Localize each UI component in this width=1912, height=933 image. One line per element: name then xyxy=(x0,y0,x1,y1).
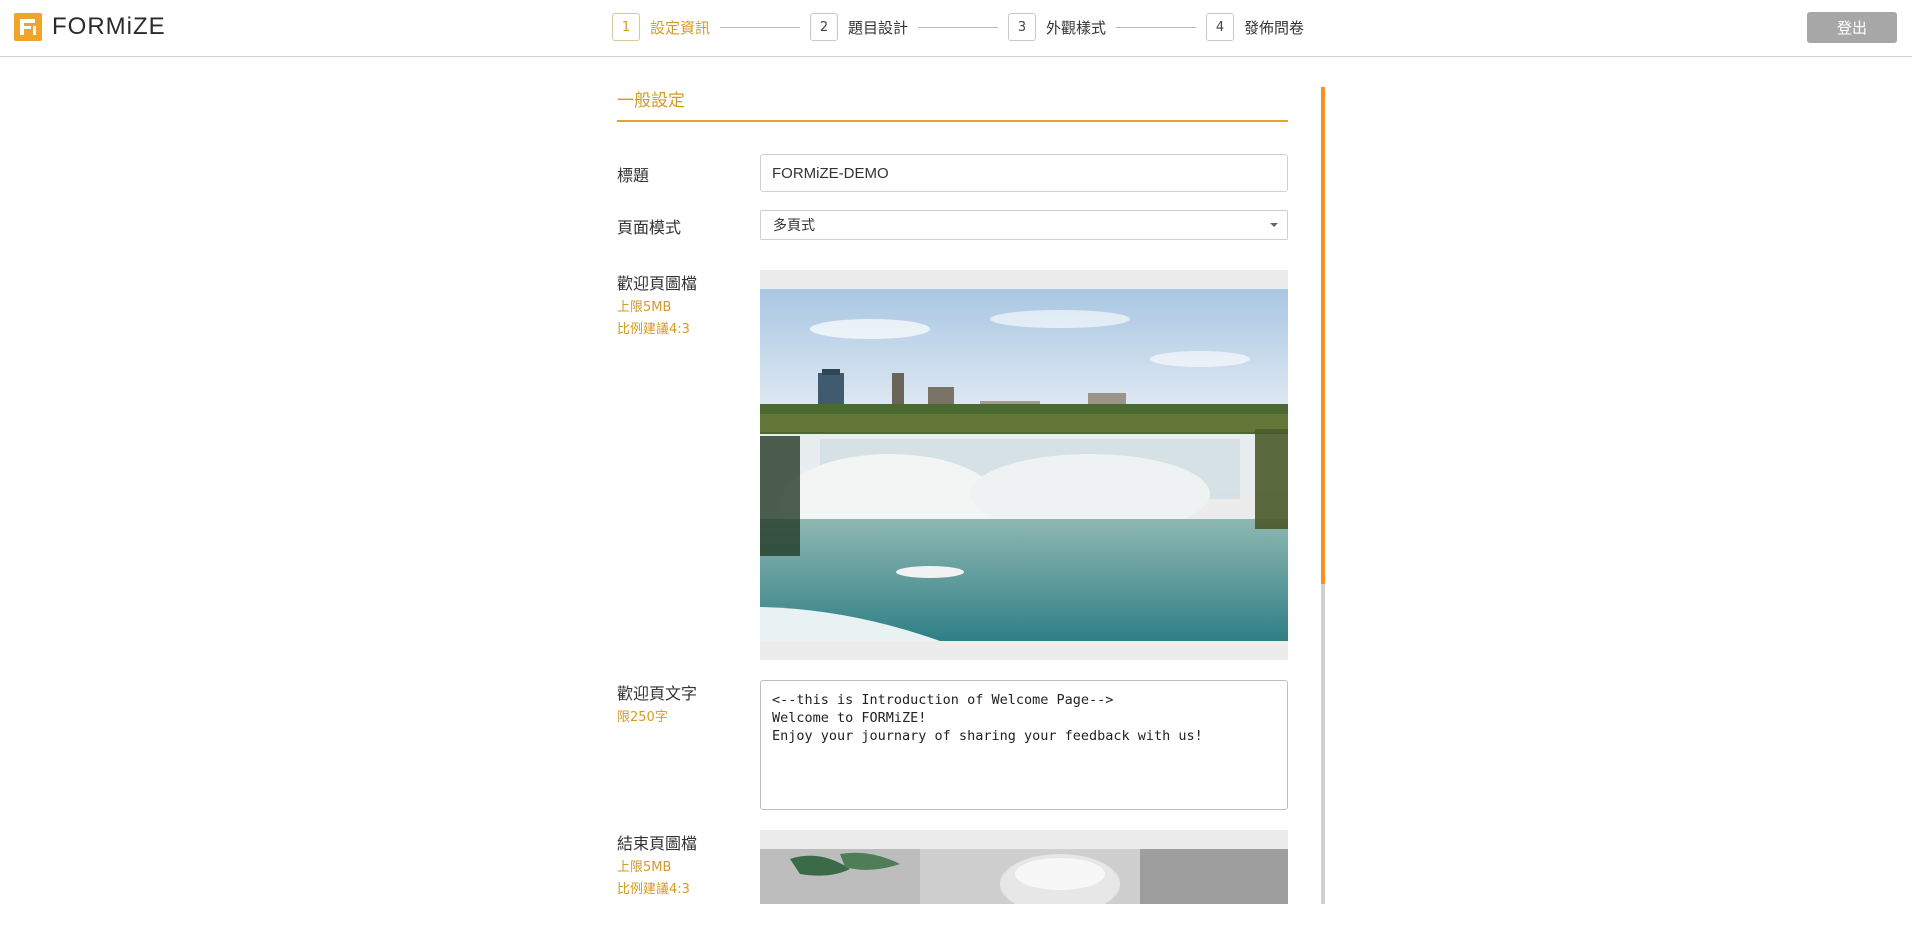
logo-text: FORMiZE xyxy=(52,13,166,40)
welcome-image xyxy=(760,289,1288,641)
end-image-limit: 上限5MB xyxy=(617,860,672,875)
step-progress: 1 設定資訊 2 題目設計 3 外觀樣式 4 發佈問卷 xyxy=(612,12,1304,42)
step-1-label: 設定資訊 xyxy=(650,18,711,37)
step-3-label: 外觀樣式 xyxy=(1046,18,1107,37)
step-1-number: 1 xyxy=(612,13,640,41)
welcome-image-limit: 上限5MB xyxy=(617,300,672,315)
welcome-image-label: 歡迎頁圖檔 xyxy=(617,274,698,293)
end-image-label: 結束頁圖檔 xyxy=(617,834,698,853)
page-mode-label: 頁面模式 xyxy=(617,218,682,237)
step-3-number: 3 xyxy=(1008,13,1037,41)
welcome-image-upload[interactable] xyxy=(760,270,1288,660)
step-connector xyxy=(1116,26,1197,28)
scrollbar[interactable] xyxy=(1321,87,1325,904)
step-1[interactable]: 1 設定資訊 xyxy=(612,13,710,41)
title-input[interactable]: FORMiZE-DEMO xyxy=(760,154,1288,192)
step-4[interactable]: 4 發佈問卷 xyxy=(1206,13,1304,41)
step-2[interactable]: 2 題目設計 xyxy=(810,13,908,41)
welcome-image-ratio: 比例建議4:3 xyxy=(617,322,690,337)
step-2-number: 2 xyxy=(810,13,839,41)
step-connector xyxy=(720,26,801,28)
step-4-label: 發佈問卷 xyxy=(1244,18,1305,37)
end-image xyxy=(760,849,1288,904)
page-mode-select[interactable]: 多頁式 xyxy=(760,210,1288,240)
step-4-number: 4 xyxy=(1206,13,1235,41)
top-bar: FORMiZE 1 設定資訊 2 題目設計 3 外觀樣式 4 發佈問卷 登出 xyxy=(0,0,1912,57)
welcome-text-textarea[interactable]: <--this is Introduction of Welcome Page-… xyxy=(760,680,1288,810)
section-divider xyxy=(617,120,1288,122)
logo[interactable]: FORMiZE xyxy=(14,13,166,41)
welcome-text-label: 歡迎頁文字 xyxy=(617,684,698,703)
logout-button[interactable]: 登出 xyxy=(1807,12,1897,43)
step-3[interactable]: 3 外觀樣式 xyxy=(1008,13,1106,41)
caret-down-icon xyxy=(1270,223,1278,227)
step-2-label: 題目設計 xyxy=(848,18,909,37)
welcome-text-limit: 限250字 xyxy=(617,710,668,725)
formize-logo-icon xyxy=(14,13,42,41)
end-image-ratio: 比例建議4:3 xyxy=(617,882,690,897)
page-mode-value: 多頁式 xyxy=(773,218,815,234)
scrollbar-thumb[interactable] xyxy=(1321,87,1325,584)
title-label: 標題 xyxy=(617,166,650,185)
section-title: 一般設定 xyxy=(617,91,685,111)
step-connector xyxy=(918,26,999,28)
end-image-upload[interactable] xyxy=(760,830,1288,904)
